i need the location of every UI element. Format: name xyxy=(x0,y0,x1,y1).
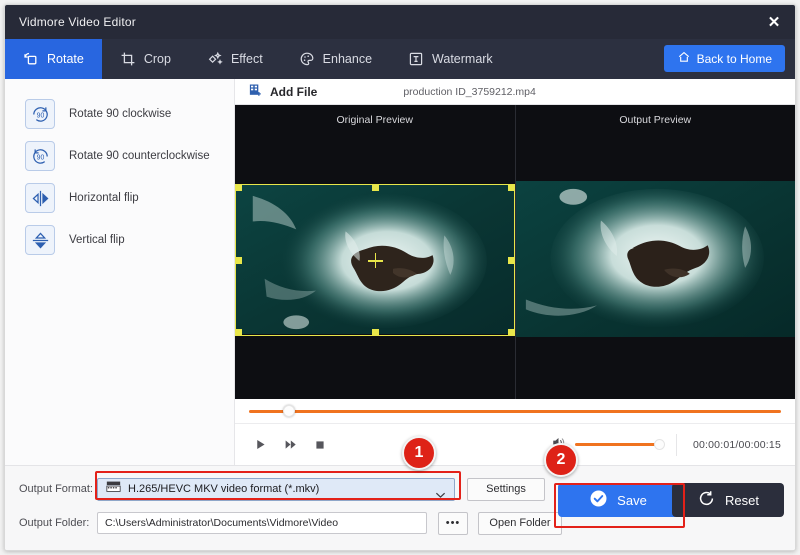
output-folder-input[interactable]: C:\Users\Administrator\Documents\Vidmore… xyxy=(97,512,427,534)
sidebar-item-rotate-90-counterclockwise[interactable]: 90 Rotate 90 counterclockwise xyxy=(5,135,234,177)
seek-bar[interactable] xyxy=(235,399,795,423)
add-file-icon xyxy=(248,83,263,101)
rotate-options-sidebar: 90 Rotate 90 clockwise 90 Rotate 90 coun… xyxy=(5,79,235,465)
svg-text:90: 90 xyxy=(36,112,44,119)
film-format-icon xyxy=(106,480,121,498)
volume-track[interactable] xyxy=(574,438,665,450)
fast-forward-icon[interactable] xyxy=(275,438,305,451)
add-file-label: Add File xyxy=(270,84,318,99)
output-video-frame xyxy=(515,181,796,339)
watermark-icon xyxy=(408,51,424,67)
effect-icon xyxy=(207,51,223,67)
tab-enhance-label: Enhance xyxy=(322,52,373,66)
output-video-image xyxy=(515,181,795,338)
sidebar-item-label: Rotate 90 clockwise xyxy=(69,108,172,120)
time-divider xyxy=(675,433,677,456)
rotate-cw-90-icon: 90 xyxy=(25,99,55,129)
current-filename: production ID_3759212.mp4 xyxy=(403,85,536,98)
chevron-down-icon[interactable] xyxy=(435,486,446,504)
rotate-icon xyxy=(23,51,39,67)
original-preview-label: Original Preview xyxy=(336,114,413,126)
home-icon xyxy=(677,50,691,67)
tab-watermark[interactable]: Watermark xyxy=(390,39,511,79)
back-to-home-label: Back to Home xyxy=(696,51,772,66)
output-format-value: H.265/HEVC MKV video format (*.mkv) xyxy=(128,483,320,495)
sidebar-item-horizontal-flip[interactable]: Horizontal flip xyxy=(5,177,234,219)
seek-handle[interactable] xyxy=(283,405,295,417)
check-circle-icon xyxy=(589,489,608,511)
add-file-button[interactable]: Add File xyxy=(248,83,317,101)
save-label: Save xyxy=(617,492,647,508)
seek-track[interactable] xyxy=(249,410,781,413)
browse-folder-button[interactable]: ••• xyxy=(438,511,468,535)
output-preview-label: Output Preview xyxy=(619,114,692,126)
output-format-label: Output Format: xyxy=(19,483,93,495)
output-format-select[interactable]: H.265/HEVC MKV video format (*.mkv) xyxy=(97,477,455,504)
title-bar: Vidmore Video Editor ✕ xyxy=(5,5,795,39)
back-to-home-button[interactable]: Back to Home xyxy=(663,45,785,72)
tab-crop-label: Crop xyxy=(143,52,171,66)
sidebar-item-vertical-flip[interactable]: Vertical flip xyxy=(5,219,234,261)
reset-arrow-icon xyxy=(697,489,716,511)
settings-button[interactable]: Settings xyxy=(467,477,545,501)
sidebar-item-rotate-90-clockwise[interactable]: 90 Rotate 90 clockwise xyxy=(5,93,234,135)
editor-body: 90 Rotate 90 clockwise 90 Rotate 90 coun… xyxy=(5,79,795,465)
tab-crop[interactable]: Crop xyxy=(102,39,189,79)
output-preview-pane: Output Preview xyxy=(515,105,796,399)
sidebar-item-label: Vertical flip xyxy=(69,234,125,246)
horizontal-flip-icon xyxy=(25,183,55,213)
original-video-image xyxy=(235,184,515,335)
save-button[interactable]: Save xyxy=(558,483,678,517)
rotate-ccw-90-icon: 90 xyxy=(25,141,55,171)
tab-watermark-label: Watermark xyxy=(432,52,493,66)
tab-enhance[interactable]: Enhance xyxy=(281,39,390,79)
footer-bar: Output Format: H.265/HEVC MKV video form… xyxy=(5,465,795,550)
play-icon[interactable] xyxy=(245,438,275,451)
transport-controls: 00:00:01/00:00:15 xyxy=(235,424,795,465)
transport-bar: 00:00:01/00:00:15 xyxy=(235,399,795,465)
time-display: 00:00:01/00:00:15 xyxy=(692,438,781,451)
tab-effect[interactable]: Effect xyxy=(189,39,281,79)
tab-rotate[interactable]: Rotate xyxy=(5,39,102,79)
vertical-flip-icon xyxy=(25,225,55,255)
crop-icon xyxy=(120,51,136,67)
app-title: Vidmore Video Editor xyxy=(19,15,136,29)
tab-bar: Rotate Crop Effect Enhance Watermark Bac… xyxy=(5,39,795,79)
tab-effect-label: Effect xyxy=(230,52,263,66)
sidebar-item-label: Rotate 90 counterclockwise xyxy=(69,150,210,162)
preview-panes: Original Preview Output Preview xyxy=(235,105,795,399)
original-video-frame xyxy=(235,184,515,336)
volume-handle[interactable] xyxy=(653,438,665,450)
original-preview-pane: Original Preview xyxy=(235,105,516,399)
open-folder-button[interactable]: Open Folder xyxy=(478,511,562,535)
add-file-bar: Add File production ID_3759212.mp4 xyxy=(235,79,795,105)
badge-one: 1 xyxy=(402,436,436,470)
reset-label: Reset xyxy=(725,492,759,508)
svg-text:90: 90 xyxy=(36,154,44,161)
close-icon[interactable]: ✕ xyxy=(763,11,785,33)
enhance-icon xyxy=(299,51,315,67)
tab-rotate-label: Rotate xyxy=(47,52,84,66)
app-window: Vidmore Video Editor ✕ Rotate Crop Effec… xyxy=(4,4,796,551)
sidebar-item-label: Horizontal flip xyxy=(69,192,139,204)
reset-button[interactable]: Reset xyxy=(672,483,784,517)
badge-two: 2 xyxy=(544,443,578,477)
output-folder-label: Output Folder: xyxy=(19,517,90,529)
stop-icon[interactable] xyxy=(305,439,335,451)
preview-area: Add File production ID_3759212.mp4 Origi… xyxy=(235,79,795,465)
